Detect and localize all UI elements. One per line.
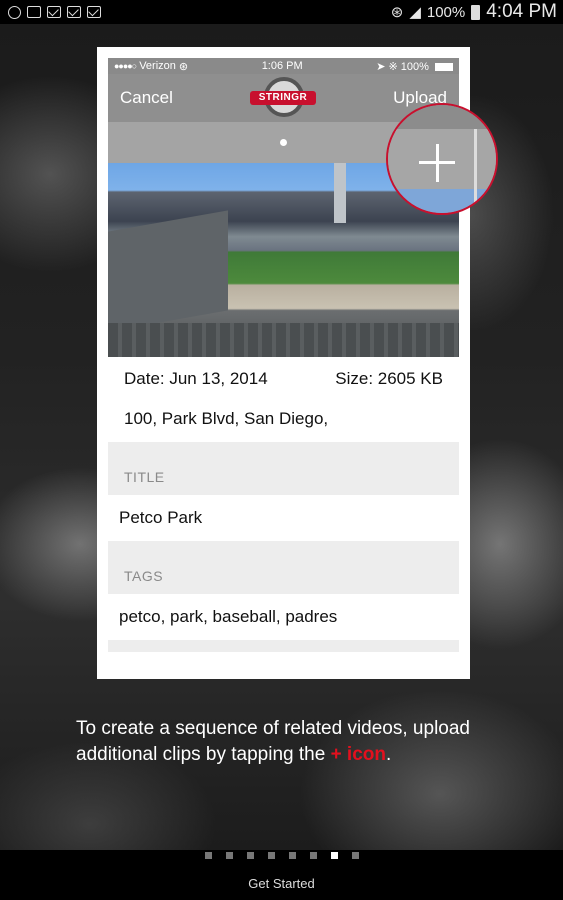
pagination-dot[interactable]	[246, 852, 254, 859]
title-section-header: TITLE	[108, 442, 459, 495]
get-started-button[interactable]: Get Started	[0, 876, 563, 891]
clip-date: Date: Jun 13, 2014	[124, 369, 268, 388]
add-clip-callout	[386, 103, 498, 215]
pagination-dot[interactable]	[204, 852, 212, 859]
pagination-dot[interactable]	[225, 852, 233, 859]
plus-icon-label: + icon	[330, 744, 386, 765]
gallery-icon	[27, 6, 41, 18]
mail-icon	[47, 6, 61, 18]
clip-pager-dot	[280, 139, 287, 146]
signal-dots-icon: ●●●●○	[114, 61, 137, 71]
battery-icon	[435, 62, 453, 71]
ios-time: 1:06 PM	[261, 60, 303, 72]
signal-icon: ◢	[409, 4, 421, 21]
tutorial-pagination	[0, 852, 563, 859]
clip-size: Size: 2605 KB	[335, 369, 443, 388]
tags-field[interactable]: petco, park, baseball, padres	[108, 594, 459, 640]
pagination-dot[interactable]	[309, 852, 317, 859]
gmail-icon	[67, 6, 81, 18]
pagination-dot[interactable]	[288, 852, 296, 859]
android-status-bar: ⊛ ◢ 100% 4:04 PM	[0, 0, 563, 24]
system-status: ⊛ ◢ 100% 4:04 PM	[391, 1, 557, 23]
status-time: 4:04 PM	[486, 1, 557, 22]
battery-percent: 100%	[426, 3, 466, 21]
ios-status-bar: ●●●●○ Verizon ⊛ 1:06 PM ➤ ※ 100%	[108, 58, 459, 74]
battery-icon	[471, 4, 481, 20]
notification-icons	[8, 5, 101, 19]
carrier-name: Verizon	[139, 60, 176, 72]
wifi-icon: ⊛	[178, 60, 189, 73]
tags-section-header: TAGS	[108, 541, 459, 594]
pagination-dot[interactable]	[330, 852, 338, 859]
clip-metadata: Date: Jun 13, 2014 Size: 2605 KB 100, Pa…	[108, 357, 459, 442]
mail-icon	[87, 6, 101, 18]
pagination-dot[interactable]	[267, 852, 275, 859]
clip-address: 100, Park Blvd, San Diego,	[124, 408, 329, 428]
cancel-button[interactable]: Cancel	[120, 88, 173, 108]
pagination-dot[interactable]	[351, 852, 359, 859]
location-icon: ➤	[376, 60, 386, 73]
wifi-icon: ⊛	[390, 4, 404, 21]
bluetooth-icon: ※	[388, 60, 398, 73]
ios-battery-percent: 100%	[400, 60, 429, 73]
title-field[interactable]: Petco Park	[108, 495, 459, 541]
hangouts-icon	[8, 5, 21, 19]
tutorial-caption: To create a sequence of related videos, …	[76, 718, 470, 765]
stringr-logo: STRINGR	[250, 77, 316, 119]
